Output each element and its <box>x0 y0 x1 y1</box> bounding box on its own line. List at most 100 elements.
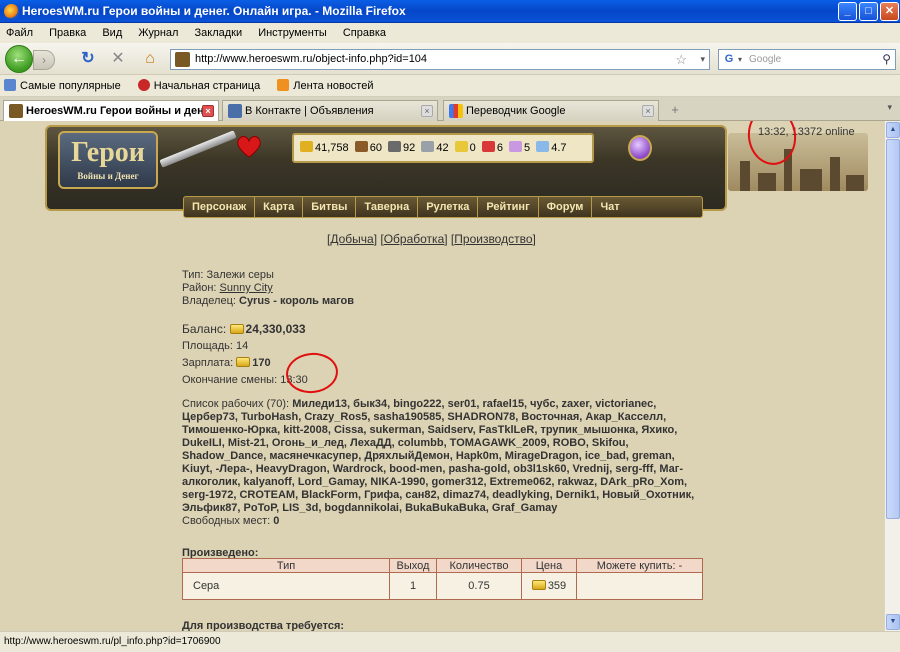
nav-rating[interactable]: Рейтинг <box>478 197 539 217</box>
navigation-toolbar: ← › ↻ ✕ ⌂ http://www.heroeswm.ru/object-… <box>0 43 900 75</box>
menu-view[interactable]: Вид <box>100 27 124 39</box>
heroeswm-favicon <box>9 104 23 118</box>
site-favicon <box>175 52 190 67</box>
bookmark-star-icon[interactable]: ☆ <box>675 50 687 69</box>
tab-vkontakte[interactable]: В Контакте | Объявления × <box>222 100 438 121</box>
game-logo[interactable]: Герои Войны и Денег <box>58 131 158 189</box>
minimize-button[interactable]: _ <box>838 2 857 21</box>
logo-text: Герои <box>71 137 145 168</box>
info-salary: Зарплата: 170 <box>182 357 271 370</box>
menu-help[interactable]: Справка <box>341 27 388 39</box>
cell-price: 359 <box>521 572 577 600</box>
info-owner: Владелец: Cyrus - король магов <box>182 295 354 308</box>
resource-diamonds[interactable]: 4.7 <box>536 135 567 161</box>
search-box[interactable]: G ▾ Google ⚲ <box>718 49 896 70</box>
search-placeholder: Google <box>749 54 782 65</box>
link-production[interactable]: Производство <box>454 232 532 246</box>
search-engine-dropdown-icon[interactable]: ▾ <box>738 50 742 69</box>
url-text: http://www.heroeswm.ru/object-info.php?i… <box>195 53 428 65</box>
nav-forum[interactable]: Форум <box>539 197 593 217</box>
tab-close-icon[interactable]: × <box>421 105 433 117</box>
tower-shape <box>800 169 822 191</box>
forward-button[interactable]: › <box>33 50 55 70</box>
resource-sulfur[interactable]: 0 <box>454 135 476 161</box>
bracket: ] [ <box>444 232 455 246</box>
logo-subtitle: Войны и Денег <box>77 171 139 181</box>
owner-link[interactable]: Cyrus - король магов <box>239 295 354 307</box>
nav-character[interactable]: Персонаж <box>184 197 256 217</box>
nav-battles[interactable]: Битвы <box>303 197 357 217</box>
resource-crystal[interactable]: 6 <box>481 135 503 161</box>
menu-tools[interactable]: Инструменты <box>256 27 329 39</box>
tab-heroeswm[interactable]: HeroesWM.ru Герои войны и ден... × <box>3 100 219 122</box>
resource-wood[interactable]: 60 <box>354 135 382 161</box>
vertical-scrollbar[interactable]: ▲ ▼ <box>884 121 900 631</box>
resource-gems[interactable]: 5 <box>509 135 530 161</box>
url-bar[interactable]: http://www.heroeswm.ru/object-info.php?i… <box>170 49 710 70</box>
tower-shape <box>758 173 776 191</box>
info-balance: Баланс: 24,330,033 <box>182 323 306 336</box>
info-value: 13:30 <box>280 374 308 386</box>
resource-gold[interactable]: 41,758 <box>300 135 349 161</box>
resource-value: 92 <box>403 142 416 154</box>
nav-chat[interactable]: Чат <box>592 197 627 217</box>
col-quantity: Количество <box>436 558 522 573</box>
resource-mercury[interactable]: 42 <box>421 135 449 161</box>
tab-close-icon[interactable]: × <box>642 105 654 117</box>
col-type: Тип <box>182 558 390 573</box>
stop-icon[interactable]: ✕ <box>108 49 128 69</box>
bookmark-most-visited[interactable]: Самые популярные <box>4 75 121 97</box>
mercury-icon <box>421 141 435 152</box>
table-row: Сера 1 0.75 359 <box>182 572 703 600</box>
url-dropdown-icon[interactable]: ▾ <box>700 50 705 69</box>
col-output: Выход <box>389 558 437 573</box>
window-title: HeroesWM.ru Герои войны и денег. Онлайн … <box>22 4 406 18</box>
gems-icon <box>509 141 523 152</box>
menu-bar: Файл Правка Вид Журнал Закладки Инструме… <box>0 23 900 43</box>
region-link[interactable]: Sunny City <box>220 282 273 294</box>
game-header: Герои Войны и Денег 41,758 60 92 42 0 6 5… <box>0 121 884 218</box>
resource-value: 5 <box>524 142 531 154</box>
menu-file[interactable]: Файл <box>4 27 35 39</box>
tab-list-icon[interactable]: ▾ <box>887 102 892 113</box>
potion-icon[interactable] <box>628 135 652 161</box>
tab-close-icon[interactable]: × <box>202 105 214 117</box>
nav-tavern[interactable]: Таверна <box>356 197 419 217</box>
info-area: Площадь: 14 <box>182 340 248 353</box>
heart-icon[interactable] <box>236 135 262 159</box>
ladybug-icon <box>137 79 150 91</box>
new-tab-icon[interactable]: + <box>666 102 684 119</box>
link-processing[interactable]: Обработка <box>384 232 445 246</box>
link-mining[interactable]: Добыча <box>330 232 373 246</box>
info-region: Район: Sunny City <box>182 282 273 295</box>
resource-ore[interactable]: 92 <box>388 135 415 161</box>
google-icon[interactable]: G <box>722 52 736 66</box>
bookmark-label: Лента новостей <box>293 80 374 92</box>
menu-edit[interactable]: Правка <box>47 27 88 39</box>
search-icon[interactable]: ⚲ <box>882 50 891 69</box>
scroll-down-icon[interactable]: ▼ <box>886 614 900 630</box>
tower-shape <box>830 157 840 191</box>
maximize-button[interactable]: □ <box>859 2 878 21</box>
reload-icon[interactable]: ↻ <box>78 49 98 69</box>
nav-map[interactable]: Карта <box>255 197 304 217</box>
workers-list: Список рабочих (70): Миледи13, бык34, bi… <box>182 398 702 528</box>
nav-roulette[interactable]: Рулетка <box>418 197 479 217</box>
workers-label: Список рабочих (70): <box>182 398 290 410</box>
back-button[interactable]: ← <box>5 45 33 73</box>
scroll-thumb[interactable] <box>886 139 900 519</box>
menu-bookmarks[interactable]: Закладки <box>193 27 245 39</box>
workers-names[interactable]: Миледи13, бык34, bingo222, ser01, rafael… <box>182 398 694 514</box>
home-icon[interactable]: ⌂ <box>140 49 160 69</box>
bookmark-start-page[interactable]: Начальная страница <box>137 75 261 97</box>
bookmark-news-feed[interactable]: Лента новостей <box>277 75 374 97</box>
menu-history[interactable]: Журнал <box>136 27 180 39</box>
close-button[interactable]: ✕ <box>880 2 899 21</box>
bookmark-label: Начальная страница <box>153 80 261 92</box>
sulfur-icon <box>454 141 468 152</box>
resource-value: 6 <box>496 142 503 154</box>
scroll-up-icon[interactable]: ▲ <box>886 122 900 138</box>
tab-google-translate[interactable]: Переводчик Google × <box>443 100 659 121</box>
info-label: Площадь: <box>182 340 233 352</box>
tower-shape <box>846 175 864 191</box>
